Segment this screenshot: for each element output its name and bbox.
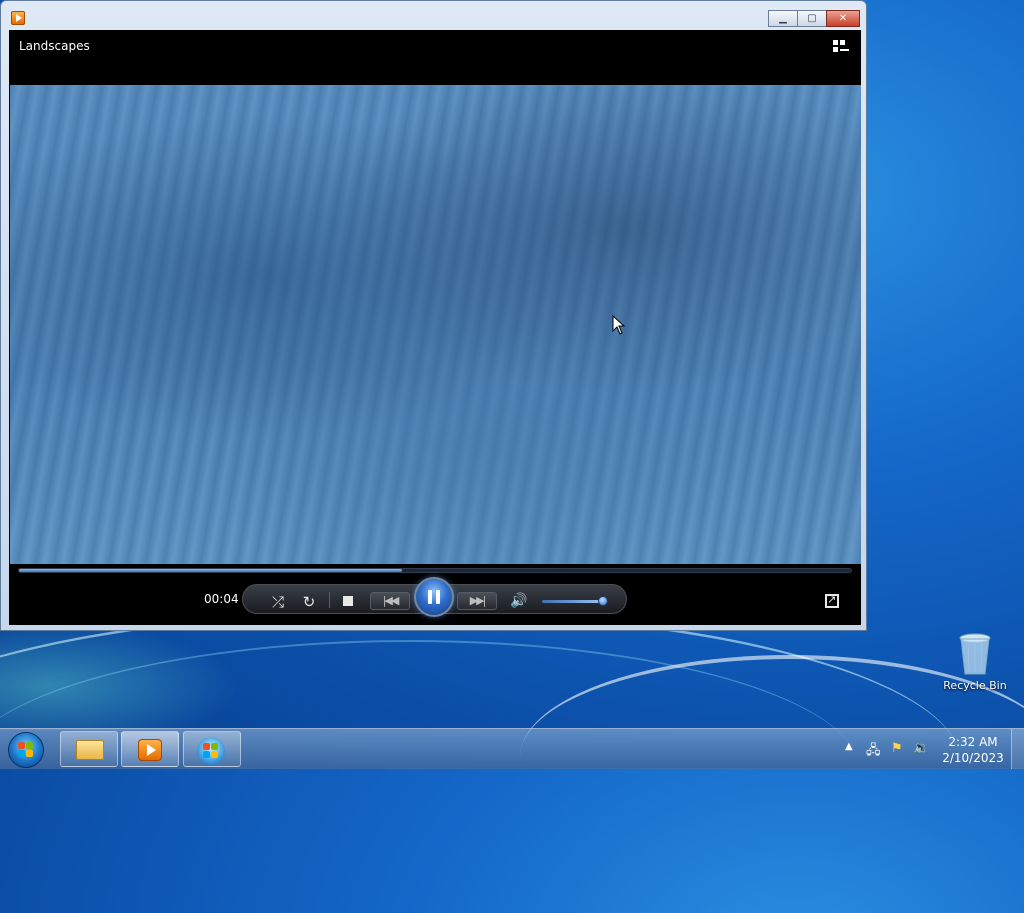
windows-update-icon [197,737,225,765]
now-playing-top-bar: Landscapes [9,30,861,85]
taskbar-windows-explorer[interactable] [60,731,118,767]
volume-level [542,600,603,603]
windows-media-player-icon [138,739,162,761]
stop-icon[interactable] [343,596,353,606]
system-clock[interactable]: 2:32 AM 2/10/2023 [940,734,1006,766]
playback-controls: 00:04 ⤮ ↻ |◀◀ ▶▶| 🔊 [9,564,861,625]
taskbar-windows-media-player[interactable] [121,731,179,767]
window-controls: ▁ ▢ ✕ [768,10,860,27]
show-hidden-icons-icon[interactable]: ▲ [845,741,853,752]
now-playing-title: Landscapes [19,39,90,53]
shuffle-icon[interactable]: ⤮ [268,593,288,611]
taskbar-windows-update[interactable] [183,731,241,767]
clock-date: 2/10/2023 [942,751,1004,765]
recycle-bin-icon [959,632,991,676]
volume-tray-icon[interactable]: 🔉 [913,741,929,756]
recycle-bin-label: Recycle Bin [943,679,1007,692]
controls-divider [329,592,330,608]
maximize-button[interactable]: ▢ [797,10,827,27]
media-player-window: ▁ ▢ ✕ Landscapes 00:04 ⤮ ↻ |◀◀ ▶▶| 🔊 ↗ [0,0,867,631]
windows-logo-icon [18,742,34,758]
show-desktop-button[interactable] [1011,729,1024,769]
now-playing-area: Landscapes 00:04 ⤮ ↻ |◀◀ ▶▶| 🔊 [9,30,861,625]
windows-media-player-icon[interactable] [11,11,25,25]
clock-time: 2:32 AM [948,735,998,749]
start-button[interactable] [8,732,44,768]
elapsed-time: 00:04 [204,592,239,606]
pause-icon[interactable] [414,577,454,617]
recycle-bin[interactable]: Recycle Bin [940,628,1010,692]
volume-knob[interactable] [597,596,608,606]
folder-icon [76,740,104,760]
volume-slider[interactable] [542,596,608,606]
switch-to-library-icon[interactable] [833,40,849,54]
previous-icon[interactable]: |◀◀ [370,592,410,610]
seek-bar[interactable] [18,568,852,573]
action-center-flag-icon[interactable]: ⚑ [891,741,903,756]
network-icon[interactable]: 🖧 [866,741,881,763]
video-display[interactable] [10,85,861,564]
speaker-icon[interactable]: 🔊 [508,592,530,610]
repeat-icon[interactable]: ↻ [299,593,319,611]
fullscreen-icon[interactable] [825,593,839,608]
seek-progress [19,569,402,572]
next-icon[interactable]: ▶▶| [457,592,497,610]
close-button[interactable]: ✕ [826,10,860,27]
taskbar: ▲ 🖧 ⚑ 🔉 2:32 AM 2/10/2023 [0,728,1024,769]
minimize-button[interactable]: ▁ [768,10,798,27]
